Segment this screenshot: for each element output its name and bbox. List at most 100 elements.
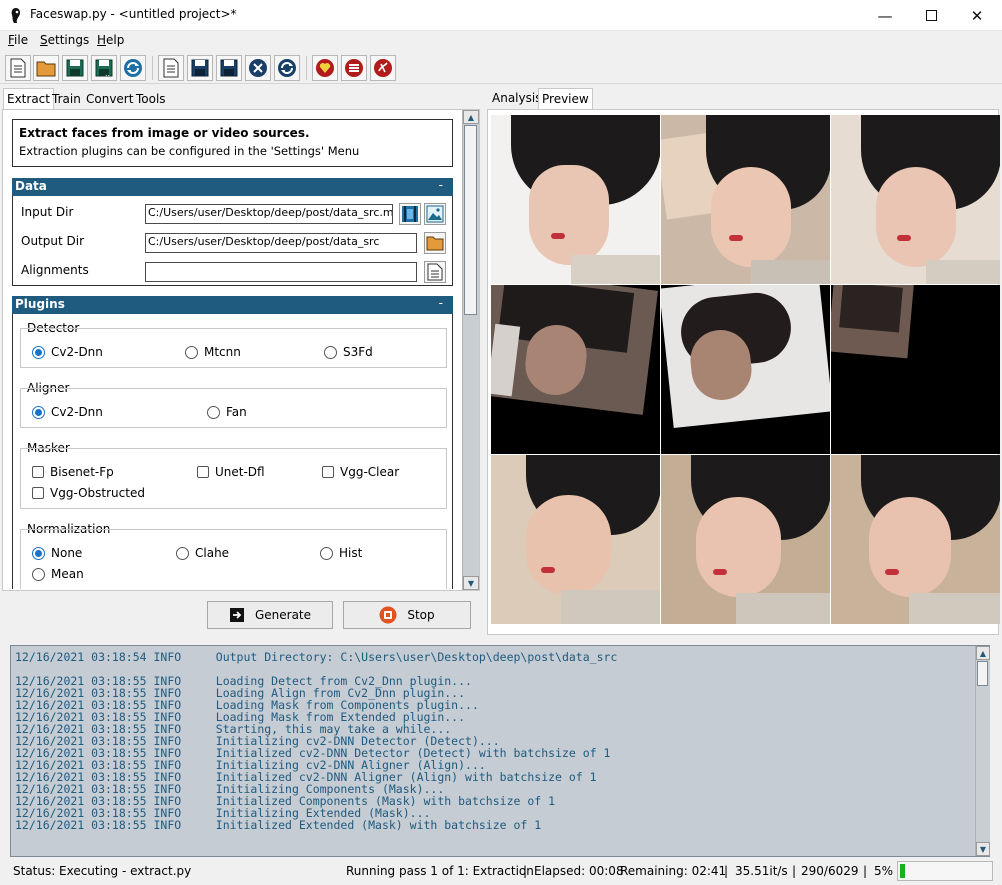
preview-face-image [661,285,830,454]
menu-help-label: elp [106,33,125,47]
plugins-section-title: Plugins [15,297,65,311]
detector-option-mtcnn[interactable]: Mtcnn [185,345,241,359]
svg-text:..: .. [105,69,110,77]
input-video-button[interactable] [399,203,421,225]
save-project-button[interactable] [62,55,88,81]
menu-bar: File Settings Help [0,31,1002,51]
menu-settings[interactable]: Settings [40,33,89,47]
normalization-group: None Clahe Hist Mean [20,529,447,589]
aligner-option-cv2-dnn[interactable]: Cv2-Dnn [32,405,103,419]
menu-file[interactable]: File [8,33,28,47]
masker-group: Bisenet-Fp Unet-Dfl Vgg-Clear Vgg-Obstru… [20,448,447,509]
input-image-button[interactable] [424,203,446,225]
settings-list-button[interactable] [341,55,367,81]
normalization-option-none[interactable]: None [32,546,82,560]
plugins-section-header[interactable]: Plugins - [12,296,453,314]
options-scrollbar[interactable]: ▲ ▼ [462,110,479,590]
radio-selected-icon [32,546,45,560]
scroll-down-icon: ▼ [979,844,987,854]
scroll-up-icon: ▲ [467,112,475,122]
new-task-button[interactable] [158,55,184,81]
normalization-option-label: Mean [51,567,84,581]
save-task-button[interactable] [187,55,213,81]
preview-panel [487,109,1000,635]
preview-face-image [831,115,1000,284]
data-section-title: Data [15,179,47,193]
log-scroll-thumb[interactable] [977,661,988,686]
log-scroll-down-button[interactable]: ▼ [976,842,990,856]
normalization-option-hist[interactable]: Hist [320,546,362,560]
data-section-header[interactable]: Data - [12,178,453,196]
new-project-button[interactable] [5,55,31,81]
tab-preview[interactable]: Preview [538,88,593,109]
tab-train[interactable]: Train [48,88,85,109]
checkbox-icon [32,487,44,499]
masker-option-vgg-obstructed[interactable]: Vgg-Obstructed [32,486,145,500]
normalization-option-mean[interactable]: Mean [32,567,84,581]
menu-settings-mnemonic: S [40,33,48,47]
alignments-field[interactable] [145,262,417,282]
stop-label: Stop [407,608,435,622]
detector-option-s3fd[interactable]: S3Fd [324,345,373,359]
minimize-button[interactable]: — [862,0,908,31]
output-dir-field[interactable]: C:/Users/user/Desktop/deep/post/data_src [145,233,417,253]
masker-option-label: Vgg-Obstructed [50,486,145,500]
data-collapse-button[interactable]: - [439,178,443,192]
scroll-thumb[interactable] [464,125,477,315]
aligner-option-label: Fan [226,405,247,419]
log-scroll-up-button[interactable]: ▲ [976,646,990,660]
open-project-button[interactable] [33,55,59,81]
checkbox-icon [32,466,44,478]
aligner-option-fan[interactable]: Fan [207,405,247,419]
close-button[interactable]: ✕ [954,0,1000,31]
maximize-button[interactable] [908,0,954,31]
masker-option-unet-dfl[interactable]: Unet-Dfl [197,465,265,479]
radio-icon [185,345,198,359]
alignments-file-button[interactable] [424,261,446,283]
menu-help[interactable]: Help [97,33,124,47]
input-dir-field[interactable]: C:/Users/user/Desktop/deep/post/data_src… [145,204,393,224]
masker-option-bisenet-fp[interactable]: Bisenet-Fp [32,465,114,479]
generate-button[interactable]: Generate [207,601,333,629]
scroll-up-button[interactable]: ▲ [463,110,479,124]
donate-button[interactable] [312,55,338,81]
scroll-up-icon: ▲ [979,648,987,658]
stop-button[interactable]: Stop [343,601,471,629]
status-separator: | [863,864,868,878]
output-folder-button[interactable] [424,232,446,254]
save-task-as-button[interactable] [216,55,242,81]
plugins-collapse-button[interactable]: - [439,296,443,310]
tab-convert[interactable]: Convert [82,88,137,109]
donate-icon [316,59,334,77]
status-separator: | [792,864,797,878]
tab-tools[interactable]: Tools [132,88,170,109]
reload-task-button[interactable] [274,55,300,81]
preview-face-image [831,285,1000,454]
new-project-icon [10,58,26,78]
detector-group: Cv2-Dnn Mtcnn S3Fd [20,328,447,368]
masker-option-vgg-clear[interactable]: Vgg-Clear [322,465,399,479]
info-subtext: Extraction plugins can be configured in … [19,144,360,158]
tab-analysis[interactable]: Analysis [489,88,544,109]
normalization-option-clahe[interactable]: Clahe [176,546,229,560]
folder-icon [426,236,444,251]
scroll-down-button[interactable]: ▼ [463,576,479,590]
detector-option-cv2-dnn[interactable]: Cv2-Dnn [32,345,103,359]
tab-extract[interactable]: Extract [3,88,54,110]
output-dir-label: Output Dir [21,234,85,248]
log-console[interactable]: 12/16/2021 03:18:54 INFO Output Director… [10,645,990,857]
toolbar-separator [306,56,307,80]
toolbar-separator [152,56,153,80]
reload-project-button[interactable] [120,55,146,81]
log-scrollbar[interactable]: ▲ ▼ [975,646,990,856]
plugins-section-body: Detector Cv2-Dnn Mtcnn S3Fd Aligner Cv2-… [12,314,453,589]
progress-bar [897,861,993,881]
radio-icon [207,405,220,419]
github-button[interactable] [370,55,396,81]
status-separator: | [523,864,528,878]
save-project-as-button[interactable]: .. [91,55,117,81]
clear-task-button[interactable] [245,55,271,81]
detector-option-label: S3Fd [343,345,373,359]
left-tab-bar: Extract Train Convert Tools [3,88,483,110]
preview-face-image [661,455,830,624]
